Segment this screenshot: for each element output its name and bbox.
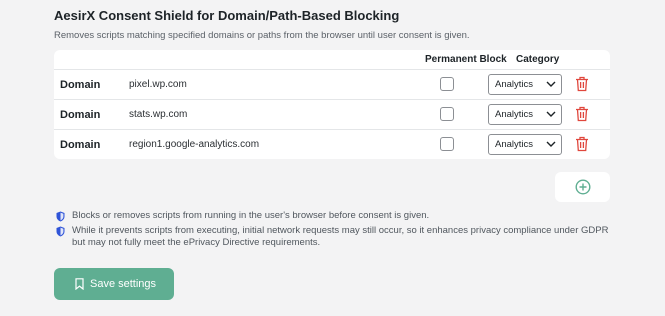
note-text: While it prevents scripts from executing…	[72, 224, 609, 249]
list-item: While it prevents scripts from executing…	[54, 225, 614, 250]
chevron-down-icon	[546, 141, 556, 147]
notes-list: Blocks or removes scripts from running i…	[54, 210, 614, 252]
trash-icon[interactable]	[575, 106, 589, 122]
chevron-down-icon	[546, 81, 556, 87]
row-type-label: Domain	[60, 79, 101, 91]
shield-icon	[56, 211, 65, 222]
trash-icon[interactable]	[575, 136, 589, 152]
category-select[interactable]: Analytics	[488, 74, 562, 95]
section-subtitle: Removes scripts matching specified domai…	[54, 30, 470, 41]
list-item: Blocks or removes scripts from running i…	[54, 210, 614, 223]
save-settings-button[interactable]: Save settings	[54, 268, 174, 300]
table-row: Domain stats.wp.com Analytics	[54, 99, 610, 129]
table-row: Domain region1.google-analytics.com Anal…	[54, 129, 610, 159]
row-type-label: Domain	[60, 139, 101, 151]
category-select[interactable]: Analytics	[488, 104, 562, 125]
plus-circle-icon	[575, 179, 591, 195]
add-row-button[interactable]	[555, 172, 610, 202]
column-header-category: Category	[516, 54, 560, 65]
domain-value[interactable]: pixel.wp.com	[129, 79, 187, 90]
blocking-table: Permanent Block Category Domain pixel.wp…	[54, 50, 610, 159]
table-row: Domain pixel.wp.com Analytics	[54, 69, 610, 99]
chevron-down-icon	[546, 111, 556, 117]
bookmark-icon	[75, 278, 84, 290]
permanent-block-checkbox[interactable]	[440, 77, 454, 91]
category-select[interactable]: Analytics	[488, 134, 562, 155]
section-title: AesirX Consent Shield for Domain/Path-Ba…	[54, 8, 400, 23]
shield-icon	[56, 226, 65, 236]
note-text: Blocks or removes scripts from running i…	[72, 210, 430, 221]
save-settings-label: Save settings	[90, 278, 157, 290]
column-header-permanent-block: Permanent Block	[425, 54, 507, 65]
domain-value[interactable]: region1.google-analytics.com	[129, 139, 259, 150]
category-select-value: Analytics	[495, 109, 534, 120]
permanent-block-checkbox[interactable]	[440, 137, 454, 151]
domain-value[interactable]: stats.wp.com	[129, 109, 187, 120]
row-type-label: Domain	[60, 109, 101, 121]
category-select-value: Analytics	[495, 139, 534, 150]
permanent-block-checkbox[interactable]	[440, 107, 454, 121]
category-select-value: Analytics	[495, 79, 534, 90]
trash-icon[interactable]	[575, 76, 589, 92]
